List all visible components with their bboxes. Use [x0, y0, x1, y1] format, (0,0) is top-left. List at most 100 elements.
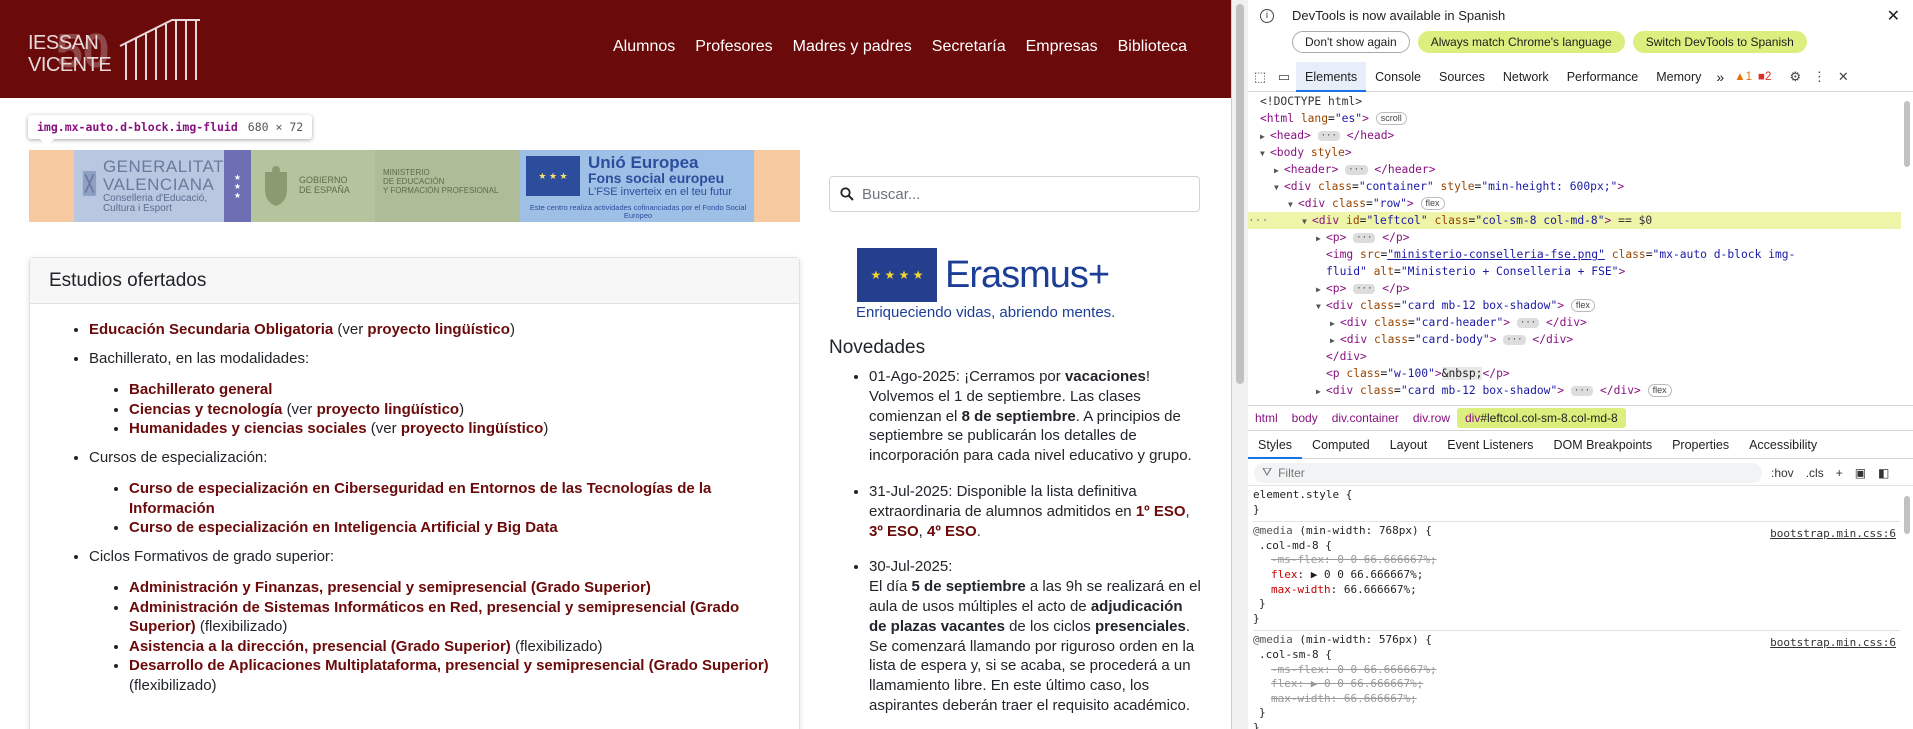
dom-node-card[interactable]: ▼ <div class="card mb-12 box-shadow"> fle…: [1248, 297, 1913, 314]
dom-node-row[interactable]: ▼ <div class="row"> flex: [1248, 195, 1913, 212]
dom-node-head[interactable]: ▶ <head> ··· </head>: [1248, 127, 1913, 144]
list-item: Ciclos Formativos de grado superior: Adm…: [89, 547, 780, 696]
dom-node-body[interactable]: ▼ <body style>: [1248, 144, 1913, 161]
dom-node-html[interactable]: <html lang="es"> scroll: [1248, 110, 1913, 127]
close-devtools-icon[interactable]: ✕: [1831, 69, 1855, 85]
link-proyecto-linguistico[interactable]: proyecto lingüístico: [317, 401, 460, 418]
school-logo[interactable]: 50 IESSAN VICENTE: [26, 14, 200, 82]
crumb-leftcol-active[interactable]: div#leftcol.col-sm-8.col-md-8: [1456, 408, 1626, 428]
more-tabs-icon[interactable]: »: [1710, 69, 1730, 85]
link-ciclo-asistencia[interactable]: Asistencia a la dirección, presencial (G…: [129, 638, 511, 655]
list-item: Bachillerato, en las modalidades: Bachil…: [89, 349, 780, 439]
dom-node-img[interactable]: <img src="ministerio-conselleria-fse.png…: [1248, 246, 1808, 280]
tab-console[interactable]: Console: [1366, 62, 1430, 92]
subtab-dom-breakpoints[interactable]: DOM Breakpoints: [1543, 431, 1662, 459]
dom-node-p[interactable]: ▶ <p> ··· </p>: [1248, 229, 1913, 246]
source-link[interactable]: bootstrap.min.css:6: [1770, 636, 1896, 651]
nav-madres-padres[interactable]: Madres y padres: [793, 38, 912, 56]
dom-node-header[interactable]: ▶ <header> ··· </header>: [1248, 161, 1913, 178]
gva-line4: Cultura i Esport: [102, 202, 172, 214]
eu-stars-stripe: ★ ★ ★: [224, 150, 251, 222]
dom-node-close-div[interactable]: </div>: [1248, 348, 1913, 365]
close-icon[interactable]: ✕: [1887, 6, 1900, 26]
note: (flexibilizado): [514, 637, 603, 655]
subtab-accessibility[interactable]: Accessibility: [1739, 431, 1827, 459]
hov-toggle[interactable]: :hov: [1768, 466, 1797, 480]
link-1-eso[interactable]: 1º ESO: [1136, 503, 1186, 520]
source-link[interactable]: bootstrap.min.css:6: [1770, 527, 1896, 542]
dont-show-again-button[interactable]: Don't show again: [1292, 31, 1410, 53]
rule-col-md-8[interactable]: bootstrap.min.css:6 @media (min-width: 7…: [1253, 522, 1900, 632]
nav-biblioteca[interactable]: Biblioteca: [1118, 38, 1187, 56]
crumb-container[interactable]: div.container: [1325, 411, 1406, 425]
search-input[interactable]: Buscar...: [829, 176, 1200, 212]
dom-node-p[interactable]: ▶ <p> ··· </p>: [1248, 280, 1913, 297]
subtab-layout[interactable]: Layout: [1380, 431, 1438, 459]
gobierno-logo: GOBIERNO DE ESPAÑA: [251, 150, 375, 222]
crumb-body[interactable]: body: [1285, 411, 1325, 425]
devtools-panel: i DevTools is now available in Spanish ✕…: [1231, 0, 1913, 729]
more-options-icon[interactable]: ⋮: [1807, 69, 1831, 85]
tooltip-selector: img.mx-auto.d-block.img-fluid: [37, 120, 238, 134]
subtab-event-listeners[interactable]: Event Listeners: [1437, 431, 1543, 459]
link-proyecto-linguistico[interactable]: proyecto lingüístico: [367, 321, 510, 338]
dom-node-leftcol-selected[interactable]: ··· ▼ <div id="leftcol" class="col-sm-8 co…: [1248, 212, 1913, 229]
dom-node-card-body[interactable]: ▶ <div class="card-body"> ··· </div>: [1248, 331, 1913, 348]
crumb-row[interactable]: div.row: [1406, 411, 1457, 425]
dom-node-container[interactable]: ▼ <div class="container" style="min-heigh…: [1248, 178, 1913, 195]
error-count[interactable]: ■2: [1758, 71, 1771, 83]
news-item: 31-Jul-2025: Disponible la lista definit…: [869, 482, 1204, 541]
tab-network[interactable]: Network: [1494, 62, 1558, 92]
inspect-element-icon[interactable]: ⬚: [1248, 69, 1272, 85]
tab-memory[interactable]: Memory: [1647, 62, 1710, 92]
erasmus-logo[interactable]: ★ ★ ★ ★ Erasmus+ Enriqueciendo vidas, ab…: [856, 248, 1132, 321]
styles-scrollbar[interactable]: [1901, 486, 1913, 729]
link-4-eso[interactable]: 4º ESO: [927, 523, 977, 540]
rule-element-style[interactable]: element.style { }: [1253, 486, 1900, 523]
element-state-icon[interactable]: ▣: [1852, 466, 1869, 480]
cls-toggle[interactable]: .cls: [1803, 466, 1827, 480]
link-eso[interactable]: Educación Secundaria Obligatoria: [89, 321, 333, 338]
studies-card: Estudios ofertados Educación Secundaria …: [29, 257, 800, 729]
link-curso-ciberseguridad[interactable]: Curso de especialización en Cibersegurid…: [129, 480, 711, 517]
infobar-message: DevTools is now available in Spanish: [1292, 8, 1506, 23]
settings-gear-icon[interactable]: ⚙: [1783, 69, 1807, 85]
match-language-button[interactable]: Always match Chrome's language: [1417, 31, 1625, 53]
dom-doctype[interactable]: <!DOCTYPE html>: [1248, 93, 1913, 110]
nav-empresas[interactable]: Empresas: [1026, 38, 1098, 56]
dom-node-card-header[interactable]: ▶ <div class="card-header"> ··· </div>: [1248, 314, 1913, 331]
link-ciclo-adm-finanzas[interactable]: Administración y Finanzas, presencial y …: [129, 579, 651, 596]
dom-scrollbar[interactable]: [1901, 93, 1913, 403]
tab-performance[interactable]: Performance: [1558, 62, 1648, 92]
link-bach-humanidades[interactable]: Humanidades y ciencias sociales: [129, 420, 367, 437]
paren: ): [509, 321, 515, 338]
switch-spanish-button[interactable]: Switch DevTools to Spanish: [1632, 31, 1807, 53]
nav-alumnos[interactable]: Alumnos: [613, 38, 675, 56]
note: (flexibilizado): [129, 676, 217, 694]
dom-node-card[interactable]: ▶ <div class="card mb-12 box-shadow"> ···…: [1248, 382, 1913, 399]
crumb-html[interactable]: html: [1248, 411, 1285, 425]
min-line1: MINISTERIO: [383, 168, 430, 177]
rule-col-sm-8[interactable]: bootstrap.min.css:6 @media (min-width: 5…: [1253, 631, 1900, 729]
subtab-properties[interactable]: Properties: [1662, 431, 1739, 459]
dom-node-p-w100[interactable]: <p class="w-100">&nbsp;</p>: [1248, 365, 1913, 382]
new-rule-icon[interactable]: +: [1833, 466, 1846, 480]
subtab-styles[interactable]: Styles: [1248, 431, 1303, 459]
link-bach-general[interactable]: Bachillerato general: [129, 381, 272, 398]
nav-profesores[interactable]: Profesores: [695, 38, 772, 56]
page-scrollbar[interactable]: [1232, 0, 1248, 729]
link-curso-ia[interactable]: Curso de especialización en Inteligencia…: [129, 519, 558, 536]
toggle-sidebar-icon[interactable]: ◧: [1875, 466, 1892, 480]
link-bach-ciencias[interactable]: Ciencias y tecnología: [129, 401, 282, 418]
nav-secretaria[interactable]: Secretaría: [932, 38, 1006, 56]
link-ciclo-dam[interactable]: Desarrollo de Aplicaciones Multiplatafor…: [129, 657, 769, 674]
link-proyecto-linguistico[interactable]: proyecto lingüístico: [401, 420, 544, 437]
tab-sources[interactable]: Sources: [1430, 62, 1494, 92]
list-item: Ciencias y tecnología (ver proyecto ling…: [129, 400, 780, 420]
tab-elements[interactable]: Elements: [1296, 61, 1367, 92]
warning-count[interactable]: ▲1: [1734, 71, 1752, 83]
link-3-eso[interactable]: 3º ESO: [869, 523, 919, 540]
filter-input[interactable]: ⛛ Filter: [1254, 462, 1762, 483]
subtab-computed[interactable]: Computed: [1302, 431, 1380, 459]
device-toolbar-icon[interactable]: ▭: [1272, 69, 1296, 85]
